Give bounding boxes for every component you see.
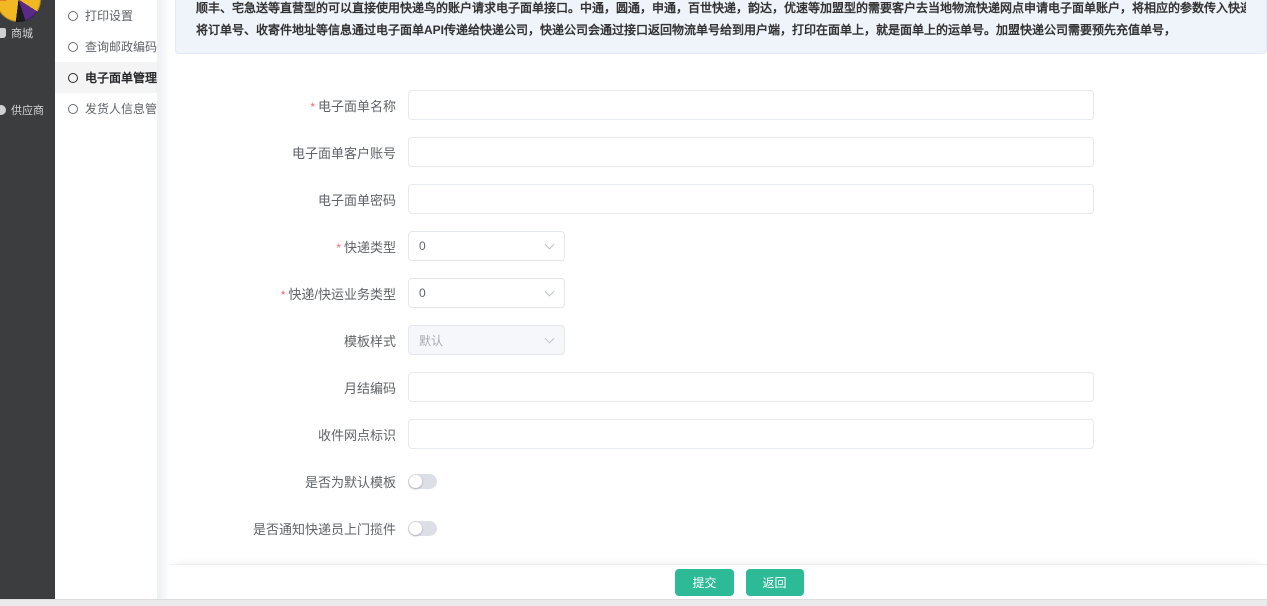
rail-item-label: 商城 <box>11 25 33 41</box>
express-type-select[interactable]: 0 <box>408 231 565 261</box>
radio-circle-icon <box>68 11 78 21</box>
pane-divider <box>157 0 170 599</box>
ewaybill-form: *电子面单名称 电子面单客户账号 电子面单密码 *快递类型 0 *快递/快运业务… <box>170 90 1094 560</box>
submenu-item-print-settings[interactable]: 打印设置 <box>55 0 157 31</box>
radio-circle-icon <box>68 42 78 52</box>
chevron-down-icon <box>545 334 555 344</box>
select-value: 默认 <box>419 332 443 349</box>
field-label: 收件网点标识 <box>170 425 408 444</box>
ewaybill-account-input[interactable] <box>408 137 1094 167</box>
page-bottom-strip <box>0 599 1267 606</box>
field-label: 是否通知快递员上门揽件 <box>170 519 408 538</box>
notice-box: 顺丰、宅急送等直营型的可以直接使用快递鸟的账户请求电子面单接口。中通，圆通，申通… <box>175 0 1267 54</box>
ewaybill-password-input[interactable] <box>408 184 1094 214</box>
toggle-knob <box>409 475 422 488</box>
field-label: 电子面单密码 <box>170 190 408 209</box>
radio-circle-icon <box>68 104 78 114</box>
business-type-select[interactable]: 0 <box>408 278 565 308</box>
form-row: *电子面单名称 <box>170 90 1094 120</box>
chevron-down-icon <box>545 287 555 297</box>
required-marker: * <box>310 100 315 114</box>
field-label: 电子面单客户账号 <box>170 143 408 162</box>
field-label: 模板样式 <box>170 331 408 350</box>
form-row: 收件网点标识 <box>170 419 1094 449</box>
form-row: 电子面单密码 <box>170 184 1094 214</box>
supplier-icon <box>0 105 6 115</box>
form-row: 月结编码 <box>170 372 1094 402</box>
rail-item-label: 供应商 <box>11 102 44 118</box>
app-logo[interactable] <box>0 0 41 22</box>
field-label: *快递类型 <box>170 237 408 256</box>
field-label: 月结编码 <box>170 378 408 397</box>
notify-courier-toggle[interactable] <box>408 521 437 536</box>
rail-item-supplier[interactable]: 供应商 <box>0 101 55 119</box>
required-marker: * <box>336 241 341 255</box>
main-content: 顺丰、宅急送等直营型的可以直接使用快递鸟的账户请求电子面单接口。中通，圆通，申通… <box>170 0 1267 599</box>
app-root: 商城 供应商 打印设置 查询邮政编码 电子面单管理 发货人信息管理 顺丰、宅急送… <box>0 0 1267 606</box>
select-value: 0 <box>419 286 426 300</box>
icon-rail: 商城 供应商 <box>0 0 55 599</box>
form-row: *快递类型 0 <box>170 231 1094 261</box>
form-row: 电子面单客户账号 <box>170 137 1094 167</box>
field-label: 是否为默认模板 <box>170 472 408 491</box>
form-footer: 提交 返回 <box>170 564 1267 599</box>
notice-line-1: 顺丰、宅急送等直营型的可以直接使用快递鸟的账户请求电子面单接口。中通，圆通，申通… <box>196 0 1246 19</box>
form-row: 模板样式 默认 <box>170 325 1094 355</box>
default-template-toggle[interactable] <box>408 474 437 489</box>
chevron-down-icon <box>545 240 555 250</box>
notice-line-2: 将订单号、收寄件地址等信息通过电子面单API传递给快递公司，快递公司会通过接口返… <box>196 19 1246 41</box>
monthly-code-input[interactable] <box>408 372 1094 402</box>
submenu-item-label: 电子面单管理 <box>85 69 157 86</box>
pickup-site-input[interactable] <box>408 419 1094 449</box>
submenu-item-ewaybill-management[interactable]: 电子面单管理 <box>55 62 157 93</box>
submenu: 打印设置 查询邮政编码 电子面单管理 发货人信息管理 <box>55 0 157 599</box>
form-row: *快递/快运业务类型 0 <box>170 278 1094 308</box>
submenu-item-sender-info[interactable]: 发货人信息管理 <box>55 93 157 124</box>
submenu-item-postcode-query[interactable]: 查询邮政编码 <box>55 31 157 62</box>
submit-button[interactable]: 提交 <box>675 569 733 596</box>
form-row: 是否为默认模板 <box>170 466 1094 496</box>
toggle-knob <box>409 522 422 535</box>
template-style-select[interactable]: 默认 <box>408 325 565 355</box>
ewaybill-name-input[interactable] <box>408 90 1094 120</box>
field-label: *快递/快运业务类型 <box>170 284 408 303</box>
radio-circle-icon <box>68 73 78 83</box>
submenu-item-label: 打印设置 <box>85 7 133 24</box>
form-row: 是否通知快递员上门揽件 <box>170 513 1094 543</box>
store-icon <box>0 28 6 38</box>
required-marker: * <box>281 288 286 302</box>
submenu-item-label: 查询邮政编码 <box>85 38 157 55</box>
back-button[interactable]: 返回 <box>746 569 804 596</box>
select-value: 0 <box>419 239 426 253</box>
field-label: *电子面单名称 <box>170 96 408 115</box>
rail-item-mall[interactable]: 商城 <box>0 24 55 42</box>
